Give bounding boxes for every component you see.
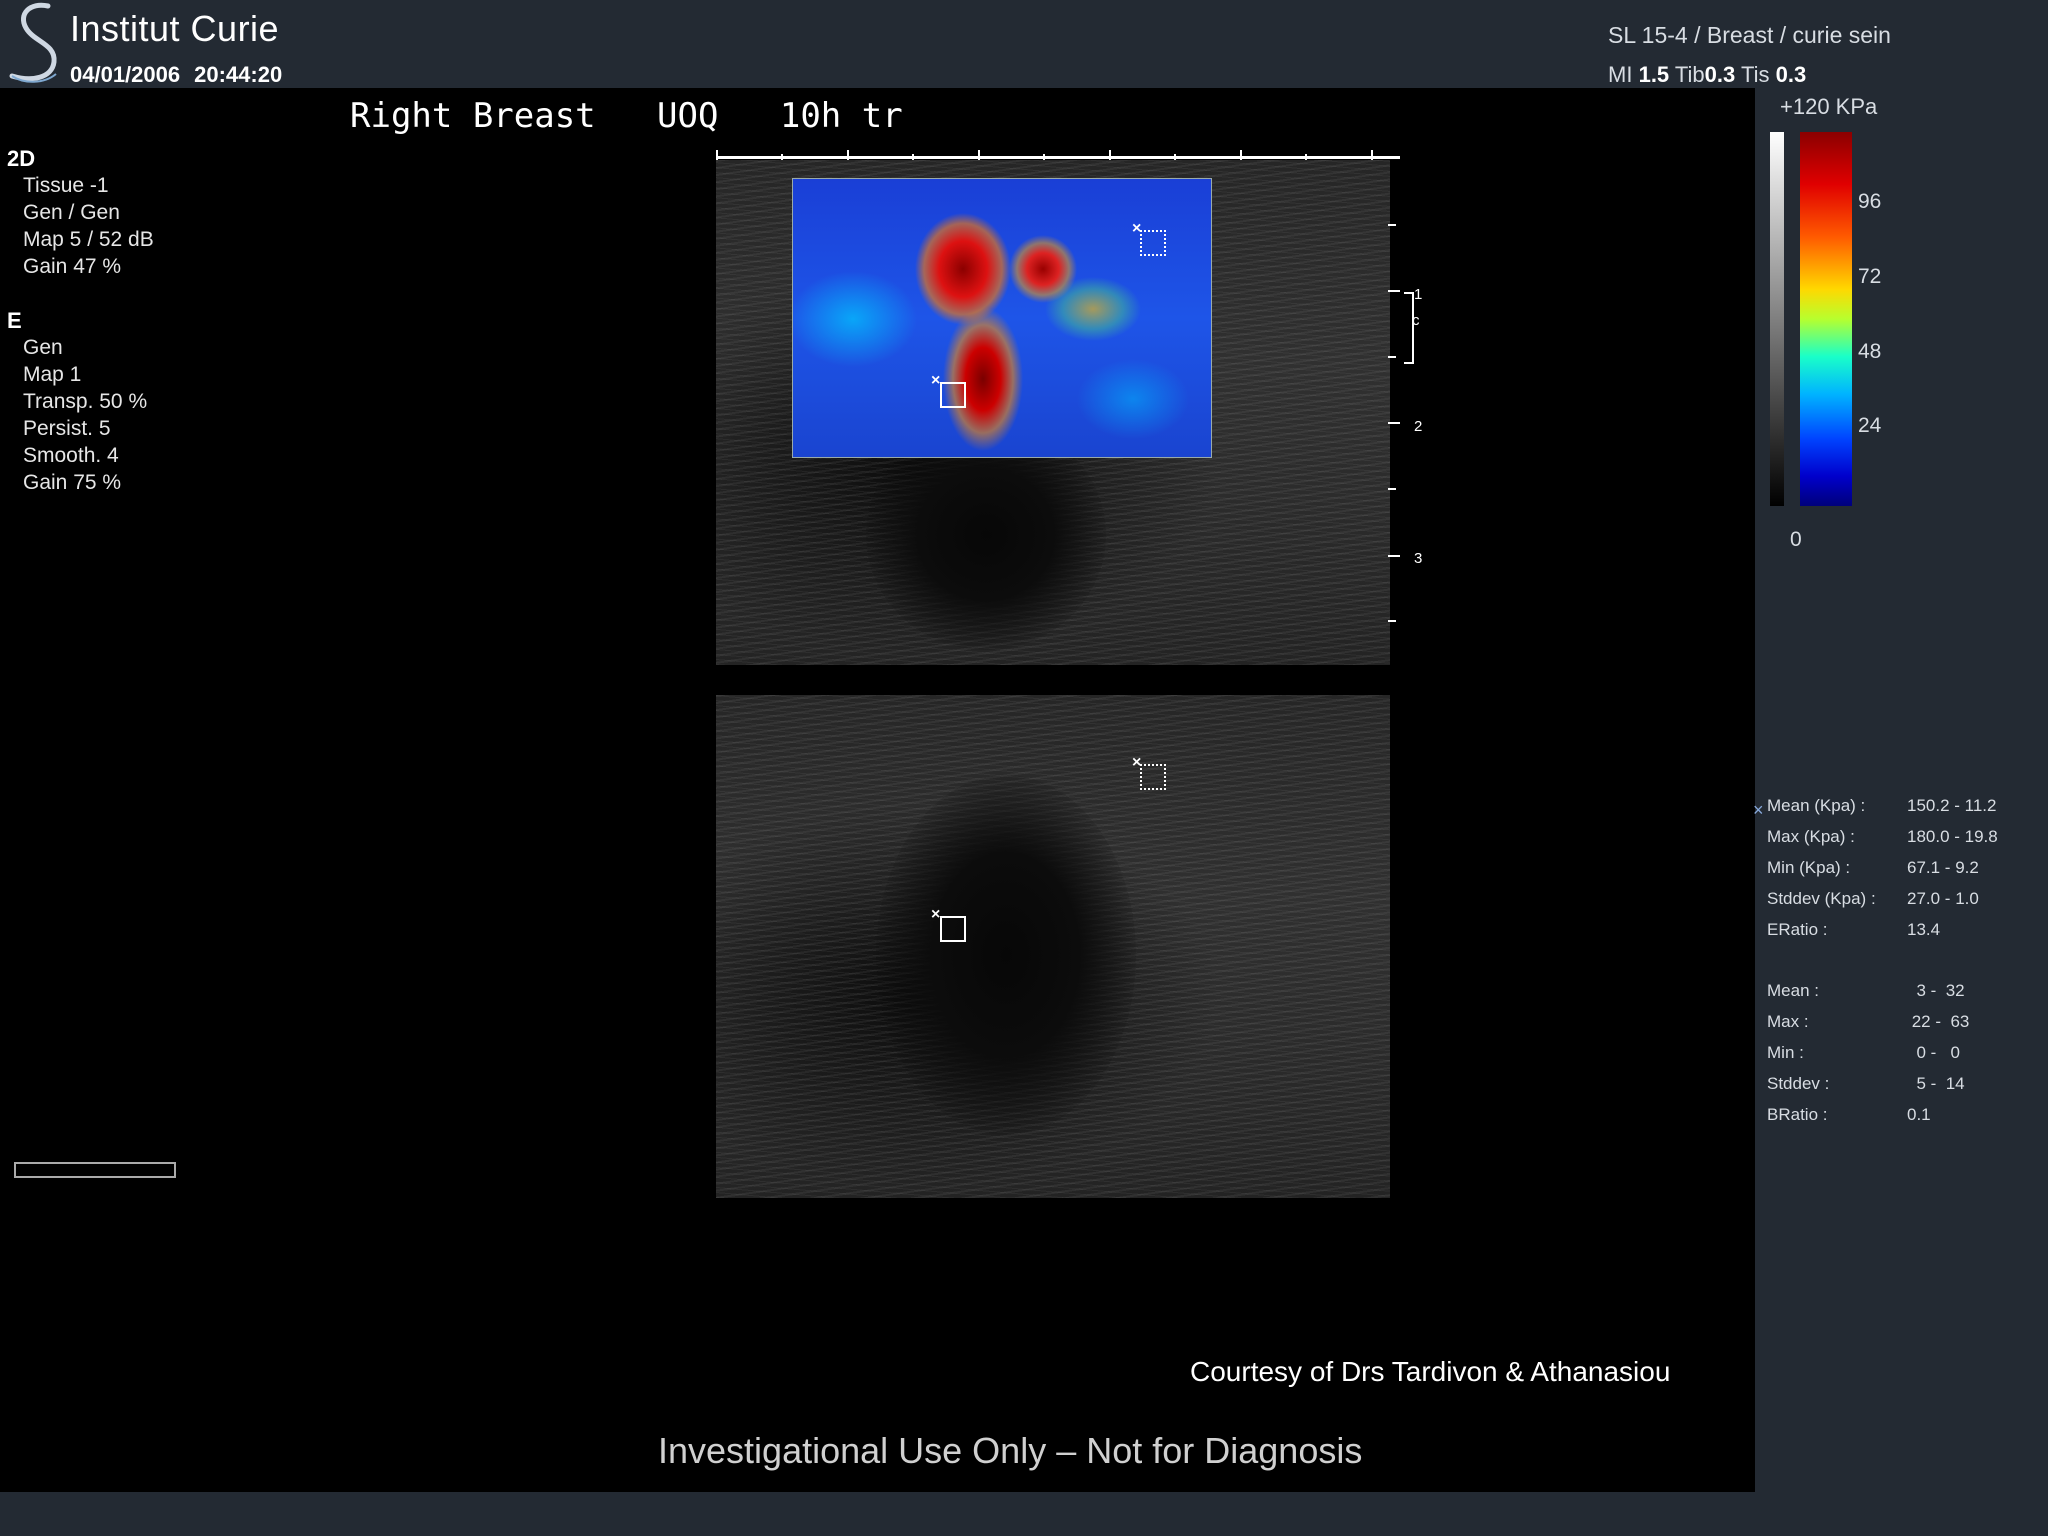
right-info-panel <box>1755 88 2048 1492</box>
scan-annotation: Right Breast UOQ 10h tr <box>350 96 903 136</box>
roi-marker-icon: × <box>1132 754 1142 771</box>
depth-label-2: 2 <box>1414 418 1423 435</box>
roi-lesion-bottom[interactable] <box>940 916 966 942</box>
depth-label-3: 3 <box>1414 550 1423 567</box>
depth-tick <box>1388 290 1400 292</box>
depth-label-1: 1 <box>1414 286 1423 303</box>
institut-curie-logo <box>9 2 57 83</box>
param-tissue: Tissue -1 <box>23 174 109 197</box>
lesion-shadow <box>876 775 1136 1135</box>
depth-tick <box>1388 620 1396 622</box>
mi-label: MI <box>1608 62 1633 87</box>
focus-label: c <box>1412 312 1420 329</box>
tis-label: Tis <box>1740 62 1770 87</box>
param-e-map: Map 1 <box>23 363 82 386</box>
roi-marker-icon: × <box>1132 220 1142 237</box>
param-e-transp: Transp. 50 % <box>23 390 148 413</box>
param-map: Map 5 / 52 dB <box>23 228 154 251</box>
param-gain: Gain 47 % <box>23 255 122 278</box>
grayscale-bar <box>1770 132 1784 506</box>
param-gen: Gen / Gen <box>23 201 120 224</box>
roi-marker-icon: × <box>931 906 941 923</box>
tis-value: 0.3 <box>1775 62 1807 87</box>
roi-reference-top[interactable] <box>1140 230 1166 256</box>
probe-preset: SL 15-4 / Breast / curie sein <box>1608 22 1891 48</box>
exam-date: 04/01/2006 <box>70 62 181 87</box>
depth-tick <box>1388 422 1400 424</box>
mi-value: 1.5 <box>1638 62 1670 87</box>
footer-strip <box>0 1492 2048 1536</box>
ruler-tick <box>1109 150 1111 160</box>
elastography-overlay <box>792 178 1212 458</box>
colorbar-tick-24: 24 <box>1858 414 1882 437</box>
depth-tick <box>1388 224 1396 226</box>
param-e-gen: Gen <box>23 336 63 359</box>
colorbar-tick-48: 48 <box>1858 340 1882 363</box>
param-e-gain: Gain 75 % <box>23 471 122 494</box>
params-e-heading: E <box>7 308 22 333</box>
measurement-marker-icon: × <box>1753 800 1764 820</box>
ruler-tick <box>847 150 849 160</box>
params-elasto-block: E Gen Map 1 Transp. 50 % Persist. 5 Smoo… <box>7 308 147 496</box>
ruler-tick <box>716 150 718 160</box>
roi-reference-bottom[interactable] <box>1140 764 1166 790</box>
roi-lesion-top[interactable] <box>940 382 966 408</box>
exam-datetime: 04/01/2006 20:44:20 <box>70 62 296 88</box>
exam-time: 20:44:20 <box>194 62 283 87</box>
ultrasound-image-bmode <box>716 695 1390 1198</box>
tib-value: 0.3 <box>1704 62 1736 87</box>
scale-bar <box>14 1162 176 1178</box>
colorbar-tick-96: 96 <box>1858 190 1882 213</box>
params-2d-heading: 2D <box>7 146 36 171</box>
colorbar-tick-72: 72 <box>1858 265 1882 288</box>
ruler-tick <box>978 150 980 160</box>
courtesy-note: Courtesy of Drs Tardivon & Athanasiou <box>1190 1356 1671 1387</box>
disclaimer: Investigational Use Only – Not for Diagn… <box>658 1430 1363 1471</box>
ruler-tick <box>1240 150 1242 160</box>
colorbar-min-label: 0 <box>1790 528 1802 551</box>
roi-marker-icon: × <box>931 372 941 389</box>
ruler-tick <box>1371 150 1373 160</box>
institution-name: Institut Curie <box>70 8 280 49</box>
param-e-persist: Persist. 5 <box>23 417 111 440</box>
params-2d-block: 2D Tissue -1 Gen / Gen Map 5 / 52 dB Gai… <box>7 146 154 280</box>
colorbar-max-label: +120 KPa <box>1780 94 1878 119</box>
param-e-smooth: Smooth. 4 <box>23 444 119 467</box>
depth-tick <box>1388 555 1400 557</box>
depth-tick <box>1388 356 1396 358</box>
elasticity-colorbar <box>1800 132 1852 506</box>
tib-label: Tib <box>1674 62 1705 87</box>
depth-tick <box>1388 488 1396 490</box>
acoustic-indices: MI 1.5 Tib0.3 Tis 0.3 <box>1608 62 1806 88</box>
